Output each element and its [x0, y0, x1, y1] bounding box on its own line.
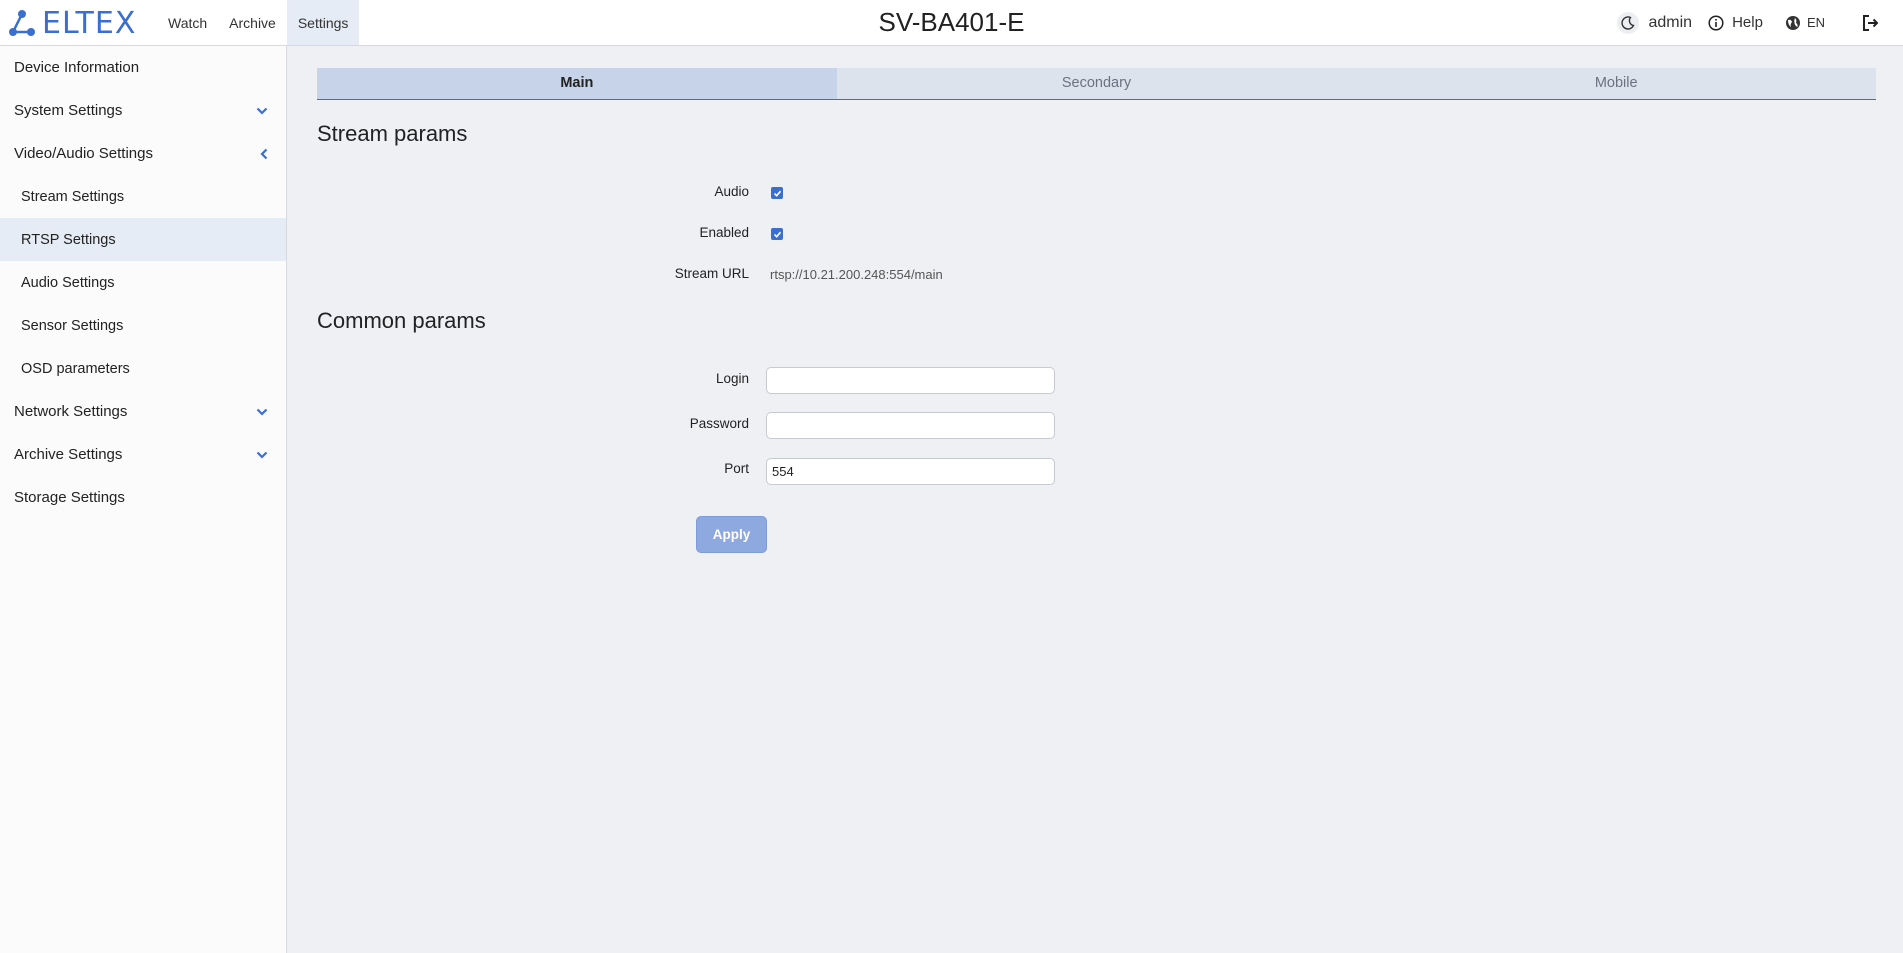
sidebar-item-label: Stream Settings [21, 188, 125, 205]
sidebar-item-archive-settings[interactable]: Archive Settings [0, 433, 286, 476]
tab-main[interactable]: Main [317, 68, 837, 99]
apply-button[interactable]: Apply [696, 516, 767, 553]
moon-icon [1620, 15, 1635, 30]
audio-checkbox[interactable] [771, 187, 783, 199]
login-input[interactable] [766, 367, 1055, 394]
logo-text: ELTEX [42, 5, 137, 41]
common-params-title: Common params [317, 308, 486, 333]
chevron-down-icon [256, 408, 268, 416]
enabled-checkbox[interactable] [771, 228, 783, 240]
logout-button[interactable] [1861, 14, 1879, 32]
sidebar-item-video-audio-settings[interactable]: Video/Audio Settings [0, 132, 286, 175]
sidebar-item-label: Archive Settings [14, 446, 123, 463]
port-label: Port [724, 461, 749, 476]
main-content: Main Secondary Mobile Stream params Audi… [288, 46, 1903, 953]
sidebar-item-audio-settings[interactable]: Audio Settings [0, 261, 286, 304]
nav-watch[interactable]: Watch [157, 0, 218, 45]
password-label: Password [689, 416, 749, 431]
globe-icon [1785, 15, 1801, 31]
sidebar-item-label: RTSP Settings [21, 231, 116, 248]
logout-icon [1863, 14, 1879, 31]
stream-url-value: rtsp://10.21.200.248:554/main [770, 267, 943, 282]
check-icon [773, 190, 781, 197]
sidebar-item-label: Device Information [14, 59, 140, 76]
sidebar-item-stream-settings[interactable]: Stream Settings [0, 175, 286, 218]
sidebar-item-storage-settings[interactable]: Storage Settings [0, 476, 286, 519]
sidebar-item-label: Storage Settings [14, 489, 125, 506]
eltex-logo[interactable]: ELTEX [8, 5, 137, 41]
tab-mobile[interactable]: Mobile [1356, 68, 1877, 99]
chevron-down-icon [256, 107, 268, 115]
language-selector[interactable]: EN [1785, 15, 1825, 31]
check-icon [773, 231, 781, 238]
language-label: EN [1806, 15, 1825, 30]
top-bar: ELTEX Watch Archive Settings SV-BA401-E … [0, 0, 1903, 46]
enabled-label: Enabled [699, 225, 749, 240]
password-input[interactable] [766, 412, 1055, 439]
sidebar-item-label: System Settings [14, 102, 123, 119]
sidebar-item-device-information[interactable]: Device Information [0, 46, 286, 89]
device-title: SV-BA401-E [878, 7, 1025, 37]
logo-mark-icon [9, 10, 35, 36]
sidebar-item-sensor-settings[interactable]: Sensor Settings [0, 304, 286, 347]
sidebar-item-label: OSD parameters [21, 360, 130, 377]
theme-toggle-button[interactable] [1616, 11, 1639, 34]
sidebar-item-osd-parameters[interactable]: OSD parameters [0, 347, 286, 390]
help-label: Help [1732, 14, 1763, 31]
login-label: Login [715, 371, 749, 386]
help-link[interactable]: Help [1708, 14, 1763, 31]
sidebar-item-network-settings[interactable]: Network Settings [0, 390, 286, 433]
stream-params-title: Stream params [317, 121, 468, 146]
chevron-left-icon [260, 148, 268, 160]
sidebar-item-label: Sensor Settings [21, 317, 124, 334]
chevron-down-icon [256, 451, 268, 459]
sidebar-item-label: Video/Audio Settings [14, 145, 153, 162]
stream-tabs: Main Secondary Mobile [317, 68, 1877, 100]
info-icon [1708, 14, 1724, 31]
settings-sidebar: Device Information System Settings Video… [0, 46, 287, 953]
stream-url-label: Stream URL [674, 266, 749, 281]
audio-label: Audio [714, 184, 749, 199]
sidebar-item-system-settings[interactable]: System Settings [0, 89, 286, 132]
user-name[interactable]: admin [1649, 14, 1693, 32]
port-input[interactable] [766, 458, 1055, 485]
sidebar-item-label: Network Settings [14, 403, 128, 420]
header-actions: admin Help EN [1616, 0, 1903, 45]
sidebar-item-rtsp-settings[interactable]: RTSP Settings [0, 218, 286, 261]
sidebar-item-label: Audio Settings [21, 274, 115, 291]
main-nav: Watch Archive Settings [157, 0, 360, 45]
nav-archive[interactable]: Archive [218, 0, 287, 45]
nav-settings[interactable]: Settings [286, 0, 360, 45]
tab-secondary[interactable]: Secondary [836, 68, 1357, 99]
